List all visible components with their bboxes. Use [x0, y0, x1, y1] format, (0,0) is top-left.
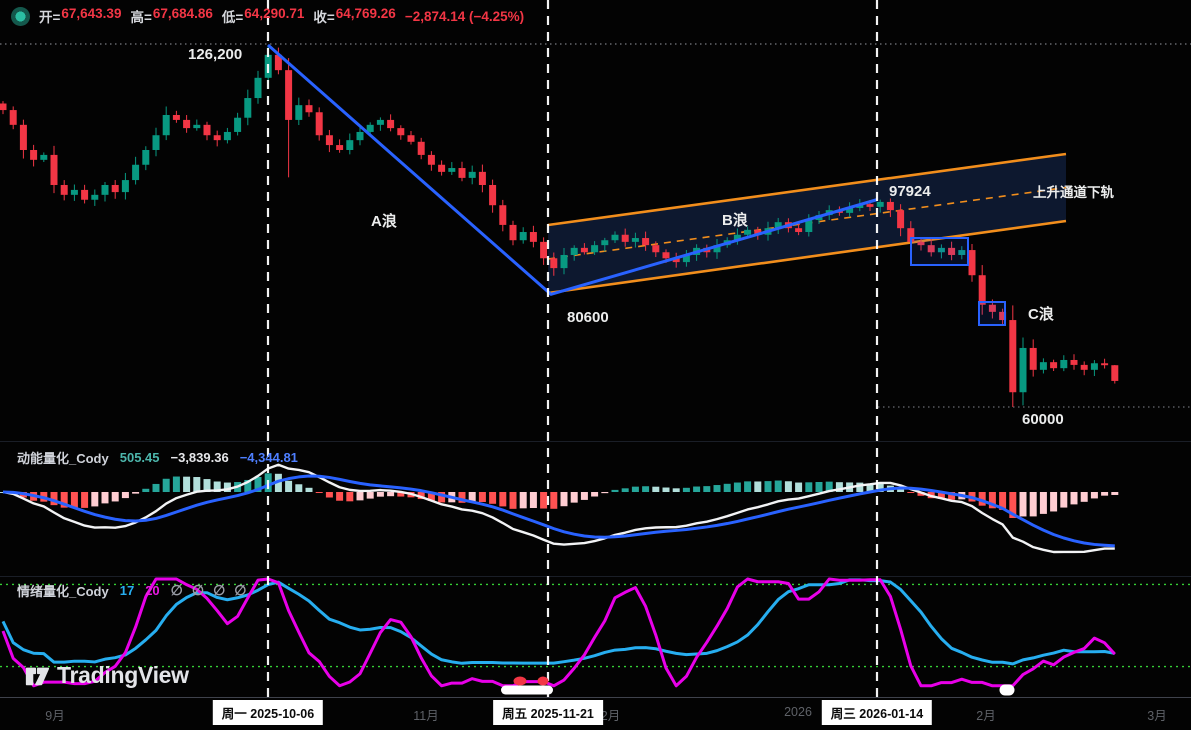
- date-tag[interactable]: 周三 2026-01-14: [822, 700, 932, 725]
- sentiment-fast-value: 17: [120, 583, 134, 598]
- series-icon[interactable]: [11, 7, 30, 26]
- price-label-b-top: 97924: [889, 183, 931, 200]
- signal-pill-marker[interactable]: [1000, 685, 1015, 696]
- momentum-histogram: [0, 473, 1118, 518]
- tradingview-logo[interactable]: TradingView: [24, 662, 189, 689]
- ohlc-legend: 开=67,643.39 高=67,684.86 低=64,290.71 收=64…: [11, 6, 524, 26]
- open-label: 开=: [39, 6, 60, 26]
- momentum-legend: 动能量化_Cody 505.45 −3,839.36 −4,344.81: [17, 448, 298, 467]
- price-label-peak: 126,200: [188, 46, 242, 63]
- chart-canvas[interactable]: [0, 0, 1191, 730]
- consolidation-box[interactable]: [911, 238, 968, 265]
- channel-label[interactable]: 上升通道下轨: [1033, 181, 1114, 201]
- month-label: 2026: [784, 705, 812, 719]
- open-value: 67,643.39: [61, 6, 121, 26]
- signal-dot-marker[interactable]: [514, 677, 527, 686]
- month-label: 9月: [45, 705, 64, 724]
- month-label: 3月: [1147, 705, 1166, 724]
- wave-c-label[interactable]: C浪: [1028, 303, 1054, 324]
- close-value: 64,769.26: [336, 6, 396, 26]
- low-label: 低=: [222, 6, 243, 26]
- change-value: −2,874.14 (−4.25%): [405, 9, 524, 24]
- consolidation-box[interactable]: [979, 302, 1005, 325]
- wave-a-label[interactable]: A浪: [371, 210, 397, 231]
- sentiment-title[interactable]: 情绪量化_Cody: [17, 581, 109, 600]
- sentiment-legend: 情绪量化_Cody 17 20 ∅ ∅ ∅ ∅: [17, 581, 246, 600]
- low-value: 64,290.71: [244, 6, 304, 26]
- momentum-macd-line: [3, 465, 1115, 552]
- price-label-c-bottom: 60000: [1022, 411, 1064, 428]
- momentum-signal-line: [3, 476, 1115, 546]
- tradingview-logo-text: TradingView: [57, 662, 189, 689]
- date-tag[interactable]: 周五 2025-11-21: [493, 700, 603, 725]
- empty-slot-icon: ∅: [192, 582, 204, 599]
- date-tag[interactable]: 周一 2025-10-06: [213, 700, 323, 725]
- sentiment-empty-slots: ∅ ∅ ∅ ∅: [171, 582, 247, 599]
- month-label: 2月: [976, 705, 995, 724]
- signal-dot-marker[interactable]: [538, 677, 549, 686]
- tradingview-chart: 开=67,643.39 高=67,684.86 低=64,290.71 收=64…: [0, 0, 1191, 730]
- month-label: 11月: [413, 705, 438, 724]
- empty-slot-icon: ∅: [213, 582, 225, 599]
- price-label-a-bottom: 80600: [567, 309, 609, 326]
- momentum-signal-value: −4,344.81: [240, 450, 298, 465]
- close-label: 收=: [313, 6, 334, 26]
- momentum-title[interactable]: 动能量化_Cody: [17, 448, 109, 467]
- high-value: 67,684.86: [153, 6, 213, 26]
- sentiment-slow-value: 20: [145, 583, 159, 598]
- high-label: 高=: [130, 6, 151, 26]
- empty-slot-icon: ∅: [234, 582, 246, 599]
- empty-slot-icon: ∅: [171, 582, 183, 599]
- tradingview-logo-icon: [24, 663, 50, 689]
- wave-b-label[interactable]: B浪: [722, 209, 748, 230]
- momentum-macd-value: −3,839.36: [171, 450, 229, 465]
- momentum-hist-value: 505.45: [120, 450, 160, 465]
- signal-pill-marker[interactable]: [501, 686, 553, 695]
